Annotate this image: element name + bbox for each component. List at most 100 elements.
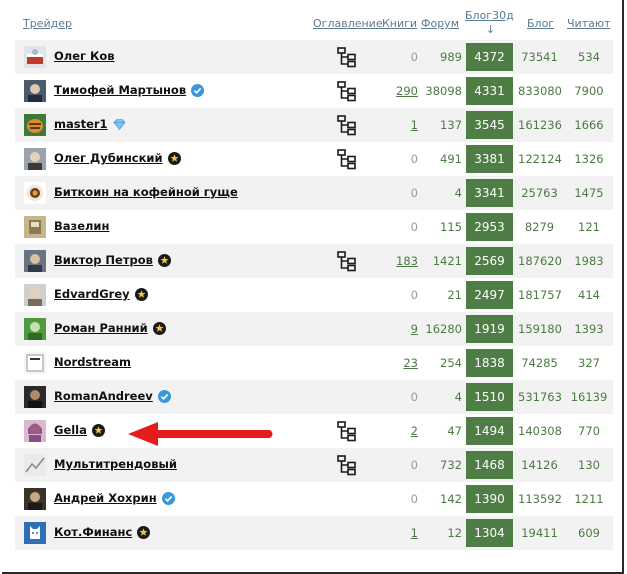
trader-name-link[interactable]: Gella — [54, 423, 105, 437]
blog30-count: 1838 — [466, 349, 513, 377]
trader-name-link[interactable]: Тимофей Мартынов — [54, 83, 205, 97]
trader-name-link[interactable]: Виктор Петров — [54, 253, 171, 267]
header-toc[interactable]: Оглавление — [313, 17, 383, 30]
table-row: Биткоин на кофейной гуще 0 4 3341 25763 1475 — [15, 176, 613, 210]
trader-name-link[interactable]: Андрей Хохрин — [54, 491, 175, 505]
books-count: 183 — [375, 244, 418, 278]
forum-count: 47 — [447, 424, 462, 438]
books-link[interactable]: 1 — [411, 526, 418, 540]
header-forum[interactable]: Форум — [421, 17, 459, 30]
trader-name-link[interactable]: Кот.Финанс — [54, 525, 151, 539]
blog-count: 181757 — [518, 288, 562, 302]
blog-count: 159180 — [518, 322, 562, 336]
books-link[interactable]: 183 — [396, 254, 418, 268]
blog30-count: 1510 — [466, 383, 513, 411]
avatar[interactable] — [24, 318, 46, 340]
avatar[interactable] — [24, 284, 46, 306]
avatar[interactable] — [24, 114, 46, 136]
blog30-count: 3545 — [466, 111, 513, 139]
toc-tree-icon[interactable] — [336, 420, 358, 442]
sort-arrow-icon[interactable]: ↓ — [486, 23, 495, 36]
check-badge-icon — [161, 491, 175, 505]
avatar[interactable] — [24, 522, 46, 544]
readers-count: 1475 — [574, 186, 604, 200]
blog30-count: 1468 — [466, 451, 513, 479]
table-row: Кот.Финанс 1 12 1304 19411 609 — [15, 516, 613, 550]
blog30-count: 4372 — [466, 43, 513, 71]
header-readers[interactable]: Читают — [567, 17, 611, 30]
toc-tree-icon[interactable] — [336, 148, 358, 170]
trader-name-link[interactable]: RomanAndreev — [54, 389, 171, 403]
avatar[interactable] — [24, 454, 46, 476]
avatar[interactable] — [24, 352, 46, 374]
books-count: 9 — [375, 312, 418, 346]
blog-count: 25763 — [521, 186, 558, 200]
books-count: 0 — [410, 390, 418, 404]
avatar[interactable] — [24, 488, 46, 510]
avatar[interactable] — [24, 80, 46, 102]
books-link[interactable]: 2 — [411, 424, 418, 438]
star-badge-icon — [91, 423, 105, 437]
trader-name: Олег Ков — [54, 49, 115, 63]
books-link[interactable]: 23 — [403, 356, 418, 370]
books-count: 0 — [410, 492, 418, 506]
readers-count: 1666 — [574, 118, 604, 132]
forum-count: 4 — [454, 390, 462, 404]
trader-name: RomanAndreev — [54, 389, 153, 403]
avatar[interactable] — [24, 386, 46, 408]
books-count: 0 — [410, 220, 418, 234]
blog-count: 74285 — [521, 356, 558, 370]
readers-count: 770 — [578, 424, 600, 438]
header-blog[interactable]: Блог — [527, 17, 554, 30]
trader-name-link[interactable]: Роман Ранний — [54, 321, 166, 335]
trader-name: Мультитрендовый — [54, 457, 177, 471]
books-link[interactable]: 1 — [411, 118, 418, 132]
trader-name-link[interactable]: Олег Ков — [54, 49, 115, 63]
toc-tree-icon[interactable] — [336, 454, 358, 476]
blog30-count: 1494 — [466, 417, 513, 445]
trader-name-link[interactable]: master1 — [54, 117, 126, 131]
trader-name: Gella — [54, 423, 87, 437]
trader-name-link[interactable]: Олег Дубинский — [54, 151, 181, 165]
header-blog30[interactable]: Блог30д — [465, 9, 514, 22]
avatar[interactable] — [24, 420, 46, 442]
check-badge-icon — [157, 389, 171, 403]
trader-name: master1 — [54, 117, 108, 131]
table-row: EdvardGrey 0 21 2497 181757 414 — [15, 278, 613, 312]
readers-count: 130 — [578, 458, 600, 472]
books-link[interactable]: 290 — [396, 84, 418, 98]
blog30-count: 3341 — [466, 179, 513, 207]
trader-name-link[interactable]: Мультитрендовый — [54, 457, 177, 471]
avatar[interactable] — [24, 182, 46, 204]
avatar[interactable] — [24, 46, 46, 68]
trader-name-link[interactable]: Nordstream — [54, 355, 131, 369]
avatar[interactable] — [24, 250, 46, 272]
star-badge-icon — [137, 525, 151, 539]
toc-tree-icon[interactable] — [336, 250, 358, 272]
trader-name: Nordstream — [54, 355, 131, 369]
blog-count: 140308 — [518, 424, 562, 438]
books-count: 0 — [410, 288, 418, 302]
header-books[interactable]: Книги — [382, 17, 417, 30]
table-row: master1 1 137 3545 161236 1666 — [15, 108, 613, 142]
trader-name: Вазелин — [54, 219, 110, 233]
diamond-icon — [113, 118, 126, 131]
red-arrow-icon — [128, 422, 273, 446]
avatar[interactable] — [24, 216, 46, 238]
toc-tree-icon[interactable] — [336, 80, 358, 102]
avatar[interactable] — [24, 148, 46, 170]
books-link[interactable]: 9 — [411, 322, 418, 336]
trader-name-link[interactable]: Вазелин — [54, 219, 109, 233]
readers-count: 414 — [578, 288, 600, 302]
toc-tree-icon[interactable] — [336, 46, 358, 68]
table-row: Андрей Хохрин 0 142 1390 113592 1211 — [15, 482, 613, 516]
trader-name-link[interactable]: EdvardGrey — [54, 287, 148, 301]
trader-name: Биткоин на кофейной гуще — [54, 185, 238, 199]
trader-name-link[interactable]: Биткоин на кофейной гуще — [54, 185, 238, 199]
readers-count: 1211 — [574, 492, 604, 506]
toc-tree-icon[interactable] — [336, 114, 358, 136]
blog-count: 19411 — [521, 526, 558, 540]
blog30-count: 1304 — [466, 519, 513, 547]
header-trader[interactable]: Трейдер — [23, 17, 72, 30]
trader-name: EdvardGrey — [54, 287, 130, 301]
